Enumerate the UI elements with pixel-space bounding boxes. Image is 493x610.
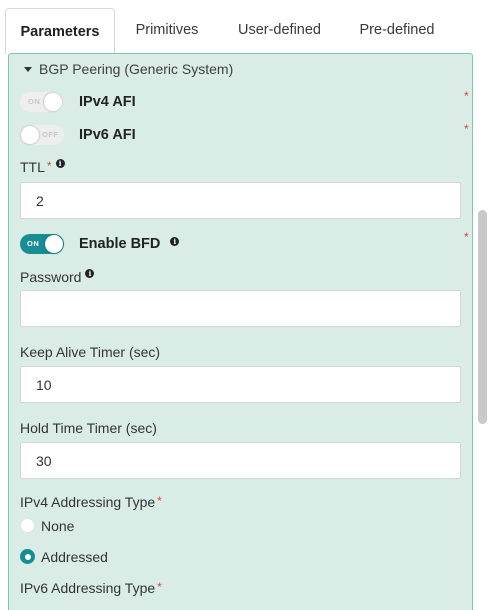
tab-parameters[interactable]: Parameters <box>5 8 115 54</box>
tab-primitives[interactable]: Primitives <box>122 8 212 52</box>
toggle-state-text: ON <box>27 239 40 248</box>
ttl-input[interactable]: 2 <box>20 182 461 219</box>
ipv6-afi-toggle[interactable]: OFF <box>20 125 64 145</box>
required-marker: * <box>464 122 469 136</box>
toggle-knob <box>45 235 63 253</box>
password-label: Password i <box>20 269 95 285</box>
tab-pre-defined[interactable]: Pre-defined <box>347 8 447 52</box>
ipv4-afi-toggle[interactable]: ON <box>20 92 64 112</box>
toggle-state-text: ON <box>28 97 41 106</box>
required-marker: * <box>464 89 469 103</box>
caret-down-icon <box>24 66 32 72</box>
toggle-state-text: OFF <box>42 130 59 139</box>
radio-none[interactable] <box>20 518 35 533</box>
password-input[interactable] <box>20 290 461 327</box>
scrollbar-thumb[interactable] <box>478 210 487 424</box>
parameters-panel <box>8 53 473 610</box>
ipv4-addressing-label: IPv4 Addressing Type * <box>20 494 162 510</box>
ipv6-addressing-label: IPv6 Addressing Type * <box>20 580 162 596</box>
ipv4-afi-label: IPv4 AFI <box>79 94 136 110</box>
required-marker: * <box>46 159 52 173</box>
required-marker: * <box>464 230 469 244</box>
info-icon[interactable]: i <box>85 269 95 278</box>
keepalive-label: Keep Alive Timer (sec) <box>20 344 161 360</box>
holdtime-label: Hold Time Timer (sec) <box>20 420 157 436</box>
required-marker: * <box>157 494 162 508</box>
enable-bfd-toggle[interactable]: ON <box>20 234 64 254</box>
radio-addressed[interactable] <box>20 549 35 564</box>
ttl-label: TTL * i <box>20 159 65 175</box>
info-icon[interactable]: i <box>170 237 180 246</box>
radio-addressed-label[interactable]: Addressed <box>41 549 108 565</box>
tab-user-defined[interactable]: User-defined <box>222 8 337 52</box>
holdtime-input[interactable]: 30 <box>20 442 461 479</box>
ipv6-afi-label: IPv6 AFI <box>79 127 136 143</box>
info-icon[interactable]: i <box>55 159 65 168</box>
section-title: BGP Peering (Generic System) <box>39 61 234 77</box>
enable-bfd-label: Enable BFD i <box>79 236 180 252</box>
toggle-knob <box>21 126 39 144</box>
required-marker: * <box>157 580 162 594</box>
section-header-bgp-peering[interactable]: BGP Peering (Generic System) <box>24 61 233 77</box>
toggle-knob <box>44 93 62 111</box>
radio-none-label[interactable]: None <box>41 518 74 534</box>
keepalive-input[interactable]: 10 <box>20 366 461 403</box>
tab-bar: Parameters Primitives User-defined Pre-d… <box>0 0 493 54</box>
